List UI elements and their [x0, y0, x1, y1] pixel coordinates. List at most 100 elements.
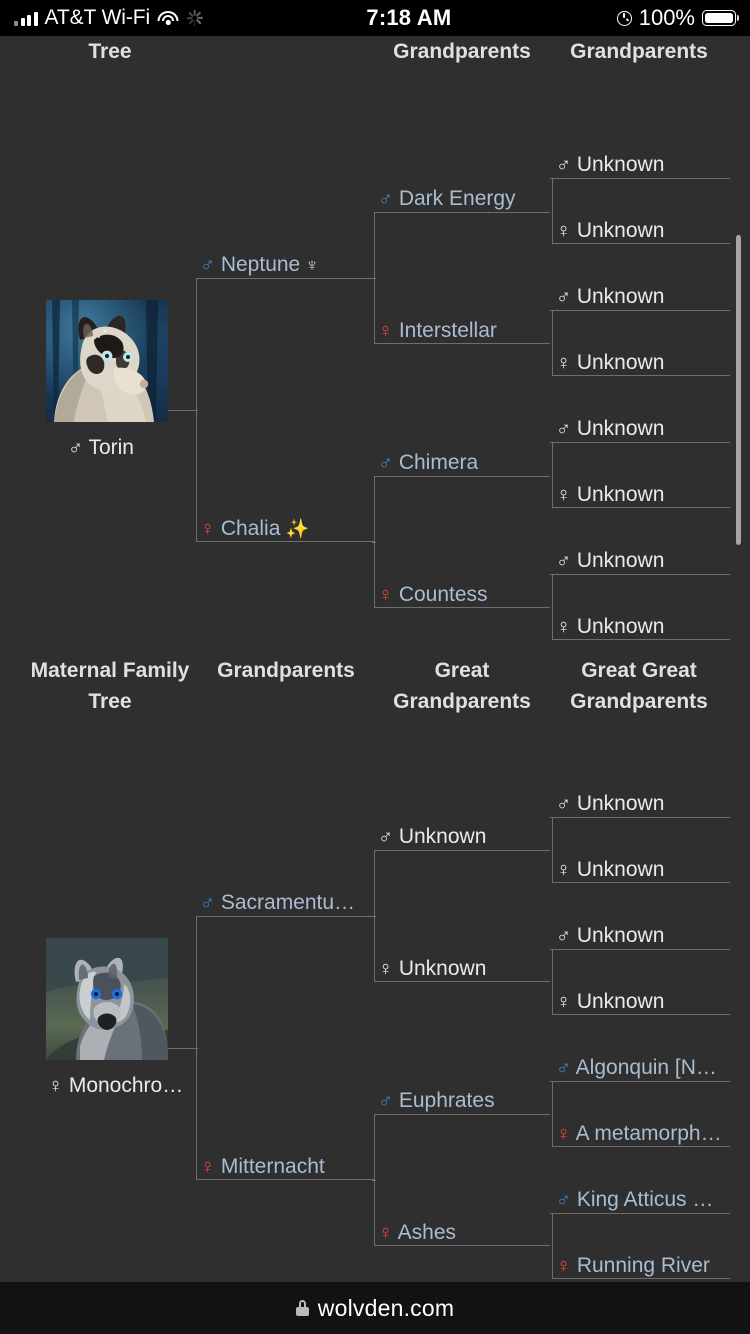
wolf-name-label: Unknown [571, 483, 665, 506]
m-parent-female[interactable]: ♀ Mitternacht [200, 1154, 374, 1180]
m-ggp-male-0: ♂ Unknown [556, 791, 731, 817]
activity-spinner-icon [185, 9, 203, 27]
male-symbol-icon: ♂ [378, 452, 393, 474]
wolf-name-label: Monochro… [63, 1074, 184, 1097]
wolf-name-label: Sacramentu… [215, 891, 356, 914]
page-content[interactable]: Tree Grandparents Grandparents ♂ Unknown ♀ … [0, 36, 750, 1282]
female-symbol-icon: ♀ [200, 518, 215, 540]
male-symbol-icon: ♂ [556, 286, 571, 308]
female-symbol-icon: ♀ [556, 859, 571, 881]
female-symbol-icon: ♀ [556, 220, 571, 242]
header-great-great-grandparents: Grandparents [570, 40, 708, 63]
male-symbol-icon: ♂ [378, 188, 393, 210]
vertical-scrollbar[interactable] [736, 235, 741, 545]
female-symbol-icon: ♀ [378, 320, 393, 342]
parent-male[interactable]: ♂ Neptune ♆ [200, 252, 374, 278]
subject-portrait-paternal[interactable] [46, 300, 168, 422]
lock-icon [295, 1300, 309, 1316]
wolf-name-label: Running River [571, 1254, 710, 1277]
parent-stub-top [372, 278, 376, 279]
wolf-name-label: Unknown [571, 417, 665, 440]
m-parent-stub-top [372, 916, 376, 917]
status-bar-right: 100% [616, 5, 750, 31]
gp-female-1[interactable]: ♀ Countess [378, 582, 550, 608]
ggp-male-1: ♂ Unknown [556, 284, 731, 310]
gp-male-0[interactable]: ♂ Dark Energy [378, 186, 550, 212]
m-ggp-male-2[interactable]: ♂ Algonquin [N… [556, 1055, 731, 1081]
female-symbol-icon: ♀ [200, 1156, 215, 1178]
battery-percent-label: 100% [638, 5, 695, 30]
gp-female-0[interactable]: ♀ Interstellar [378, 318, 550, 344]
subject-name-paternal: ♂ Torin [68, 435, 208, 461]
female-symbol-icon: ♀ [556, 1255, 571, 1277]
wolf-name-label: Neptune [215, 253, 301, 276]
m-gp-stub-top-1 [550, 1081, 554, 1082]
gp-stub-bot-0 [550, 310, 554, 311]
sparkles-icon: ✨ [280, 519, 310, 540]
m-ggp-male-3[interactable]: ♂ King Atticus … [556, 1187, 731, 1213]
gp-stub-bot-1 [550, 574, 554, 575]
m-gp-female-0: ♀ Unknown [378, 956, 550, 982]
url-label[interactable]: wolvden.com [318, 1295, 454, 1322]
clock-label: 7:18 AM [366, 5, 452, 30]
status-bar: AT&T Wi-Fi 7:18 AM 100% [0, 0, 750, 36]
header-grandparents: Grandparents [217, 659, 355, 682]
male-symbol-icon: ♂ [378, 826, 393, 848]
parent-stub-bot [372, 542, 376, 543]
wolf-name-label: Countess [393, 583, 488, 606]
header-great-great-grandparents: Great Great Grandparents [570, 659, 708, 713]
wolf-name-label: Unknown [571, 990, 665, 1013]
wolf-name-label: Euphrates [393, 1089, 495, 1112]
header-paternal-family-tree: Tree [88, 40, 132, 63]
subject-connector [168, 410, 198, 411]
male-symbol-icon: ♂ [556, 925, 571, 947]
male-symbol-icon: ♂ [68, 437, 83, 459]
wolf-illustration [52, 300, 158, 422]
m-parent-male[interactable]: ♂ Sacramentu… [200, 890, 374, 916]
maternal-header-row: Maternal Family Tree Grandparents Great Gr… [0, 655, 750, 727]
orientation-lock-icon [616, 10, 632, 26]
wolf-illustration [46, 938, 168, 1060]
ggp-male-0: ♂ Unknown [556, 152, 731, 178]
ggp-male-3: ♂ Unknown [556, 548, 731, 574]
m-gp-female-1[interactable]: ♀ Ashes [378, 1220, 550, 1246]
female-symbol-icon: ♀ [556, 352, 571, 374]
wolf-name-label: Unknown [571, 549, 665, 572]
m-gp-stub-bot-0 [550, 949, 554, 950]
gp-stub-top-1 [550, 442, 554, 443]
wolf-name-label: Algonquin [N… [571, 1056, 717, 1079]
wifi-icon [157, 10, 179, 26]
subject-portrait-maternal[interactable] [46, 938, 168, 1060]
browser-bottom-bar[interactable]: wolvden.com [0, 1282, 750, 1334]
m-gp-male-1[interactable]: ♂ Euphrates [378, 1088, 550, 1114]
maternal-tree-canvas: ♂ Unknown ♀ Unknown ♂ Unknown ♀ Unknown ♂ Al… [0, 727, 750, 1282]
female-symbol-icon: ♀ [556, 616, 571, 638]
m-ggp-female-3[interactable]: ♀ Running River [556, 1253, 731, 1279]
m-gp-stub-bot-1 [550, 1213, 554, 1214]
wolf-name-label: Dark Energy [393, 187, 516, 210]
male-symbol-icon: ♂ [556, 550, 571, 572]
ggp-female-1: ♀ Unknown [556, 350, 731, 376]
m-parent-stub-bot [372, 1180, 376, 1181]
m-ggp-male-1: ♂ Unknown [556, 923, 731, 949]
subject-name-maternal: ♀ Monochro… [48, 1073, 218, 1099]
male-symbol-icon: ♂ [378, 1090, 393, 1112]
gp-male-1[interactable]: ♂ Chimera [378, 450, 550, 476]
header-great-grandparents: Great Grandparents [393, 659, 531, 713]
parent-female[interactable]: ♀ Chalia ✨ [200, 516, 374, 543]
female-symbol-icon: ♀ [378, 1222, 393, 1244]
wolf-name-label: Unknown [571, 858, 665, 881]
m-parent-bracket [196, 916, 374, 1180]
m-ggp-female-2[interactable]: ♀ A metamorph… [556, 1121, 731, 1147]
wolf-name-label: Interstellar [393, 319, 497, 342]
battery-full-icon [702, 10, 740, 26]
paternal-header-row: Tree Grandparents Grandparents [0, 36, 750, 70]
m-ggp-female-0: ♀ Unknown [556, 857, 731, 883]
wolf-name-label: Unknown [571, 285, 665, 308]
wolf-name-label: Unknown [393, 825, 487, 848]
male-symbol-icon: ♂ [556, 1057, 571, 1079]
wolf-name-label: Chalia [215, 517, 281, 540]
wolf-name-label: Unknown [571, 924, 665, 947]
status-bar-left: AT&T Wi-Fi [0, 6, 203, 30]
wolf-name-label: Unknown [571, 351, 665, 374]
